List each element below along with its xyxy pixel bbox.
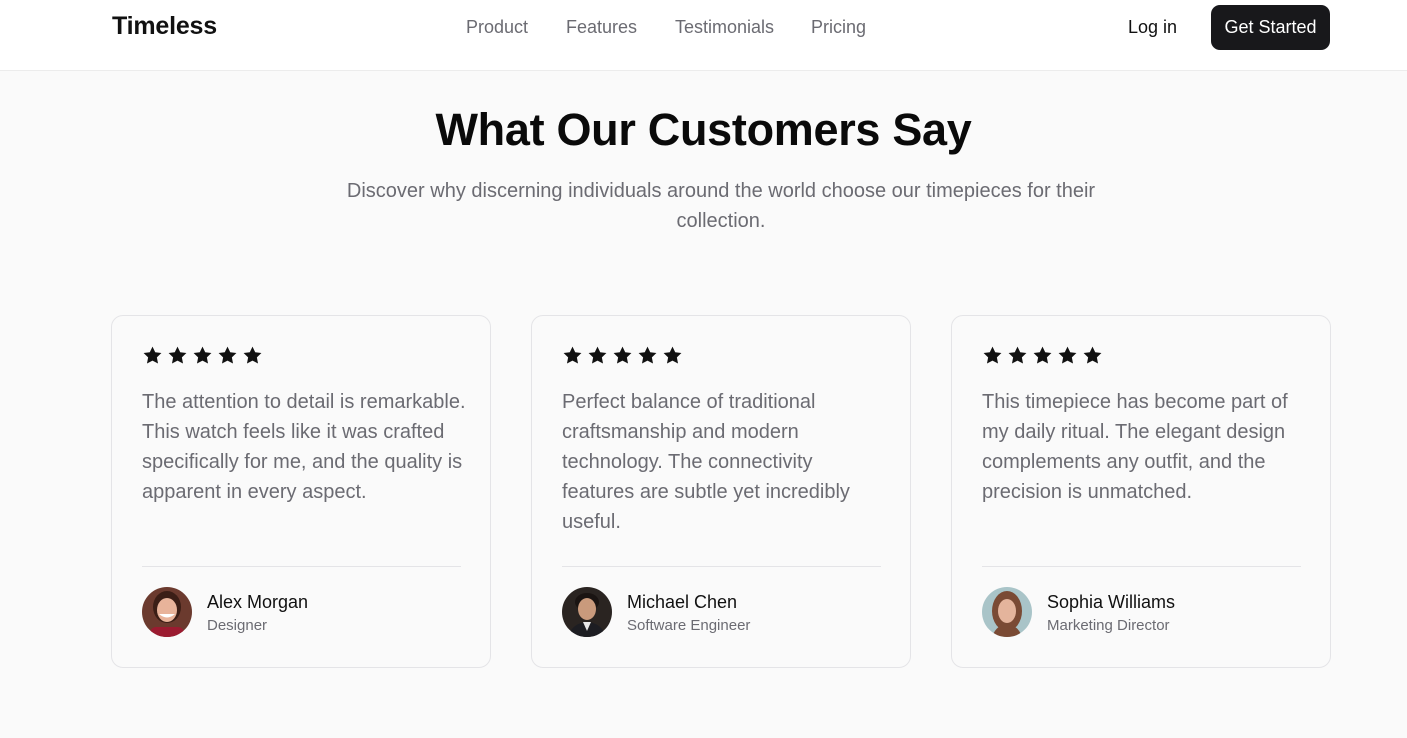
testimonial-card: Perfect balance of traditional craftsman… (531, 315, 911, 668)
section-subtitle: Discover why discerning individuals arou… (346, 180, 1096, 232)
reviewer-role: Designer (207, 617, 268, 634)
star-rating (142, 345, 263, 366)
star-rating (562, 345, 683, 366)
section-title: What Our Customers Say (435, 104, 972, 155)
testimonial-card: This timepiece has become part of my dai… (951, 315, 1331, 668)
reviewer-name: Alex Morgan (207, 592, 309, 612)
star-icon (1083, 346, 1102, 364)
star-icon (1058, 346, 1077, 364)
card-divider (562, 566, 881, 567)
card-divider (982, 566, 1301, 567)
testimonial-quote: The attention to detail is remarkable. T… (142, 391, 466, 503)
get-started-button[interactable]: Get Started (1211, 5, 1330, 50)
nav-link-pricing[interactable]: Pricing (811, 17, 866, 38)
nav-link-features[interactable]: Features (566, 17, 637, 38)
reviewer-role: Marketing Director (1047, 617, 1170, 634)
card-divider (142, 566, 461, 567)
avatar (142, 587, 192, 637)
star-icon (1008, 346, 1027, 364)
star-rating (982, 345, 1103, 366)
star-icon (588, 346, 607, 364)
star-icon (613, 346, 632, 364)
nav-link-product[interactable]: Product (466, 17, 528, 38)
primary-nav: Product Features Testimonials Pricing (0, 17, 1407, 37)
star-icon (243, 346, 262, 364)
star-icon (218, 346, 237, 364)
reviewer-role: Software Engineer (627, 617, 751, 634)
star-icon (983, 346, 1002, 364)
star-icon (143, 346, 162, 364)
star-icon (563, 346, 582, 364)
top-navbar: Timeless Product Features Testimonials P… (0, 0, 1407, 71)
star-icon (1033, 346, 1052, 364)
avatar (982, 587, 1032, 637)
star-icon (193, 346, 212, 364)
nav-link-testimonials[interactable]: Testimonials (675, 17, 774, 38)
star-icon (638, 346, 657, 364)
testimonial-card: The attention to detail is remarkable. T… (111, 315, 491, 668)
testimonial-quote: This timepiece has become part of my dai… (982, 391, 1288, 503)
avatar (562, 587, 612, 637)
testimonial-quote: Perfect balance of traditional craftsman… (562, 391, 850, 533)
reviewer-name: Michael Chen (627, 592, 738, 612)
login-link[interactable]: Log in (1128, 17, 1177, 38)
star-icon (663, 346, 682, 364)
star-icon (168, 346, 187, 364)
reviewer-name: Sophia Williams (1047, 592, 1176, 612)
